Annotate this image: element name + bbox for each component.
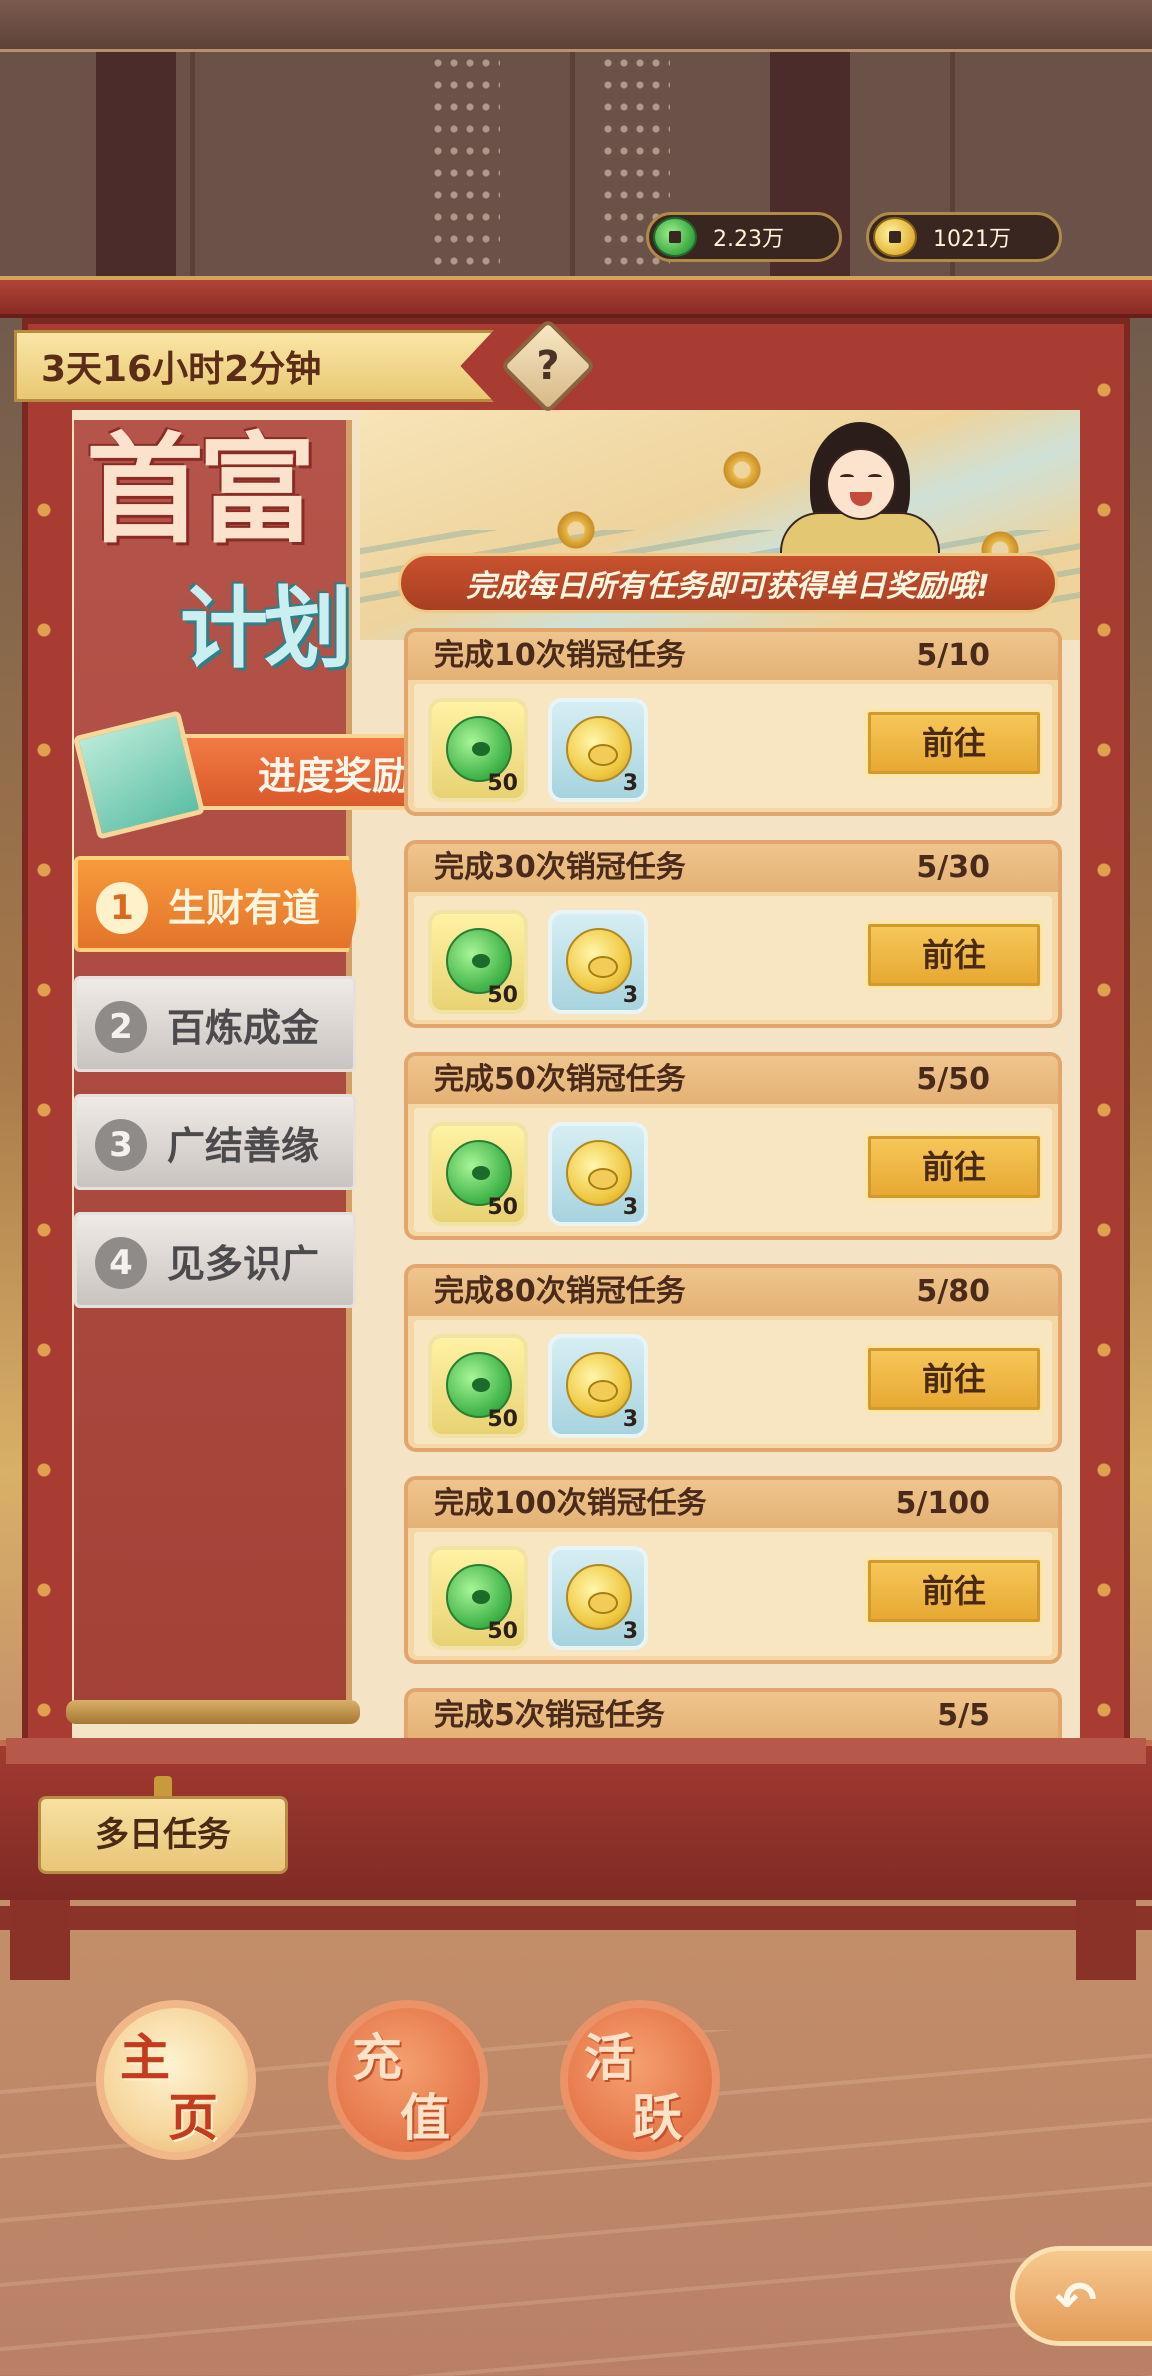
tab-4[interactable]: 4 见多识广 [74, 1212, 360, 1312]
task-title: 完成30次销冠任务 [434, 850, 686, 885]
task-card: 完成50次销冠任务 5/50 50 3 前往 [404, 1052, 1062, 1240]
tab-1[interactable]: 1 生财有道 [74, 856, 360, 956]
task-title: 完成5次销冠任务 [434, 1698, 665, 1733]
nav-recharge-button[interactable]: 充 值 [318, 1990, 498, 2170]
event-countdown: 3天16小时2分钟 [14, 330, 494, 402]
reward-jade[interactable]: 50 [428, 1122, 528, 1226]
question-icon: ? [536, 343, 560, 389]
task-title: 完成80次销冠任务 [434, 1274, 686, 1309]
reward-count: 50 [487, 1619, 518, 1644]
reward-jade[interactable]: 50 [428, 1334, 528, 1438]
stage-lip [6, 1738, 1146, 1764]
bead-curtain [430, 52, 500, 282]
task-card: 完成80次销冠任务 5/80 50 3 前往 [404, 1264, 1062, 1452]
task-title: 完成10次销冠任务 [434, 638, 686, 673]
stage-leg [10, 1900, 70, 1980]
stage-rail [0, 1906, 1152, 1930]
event-subtitle: 计划 [180, 576, 352, 680]
nav-label: 页 [168, 2088, 218, 2147]
go-button[interactable]: 前往 [864, 920, 1044, 990]
tab-label: 见多识广 [167, 1241, 320, 1286]
stage-leg [1076, 1900, 1136, 1980]
nav-label: 值 [400, 2088, 450, 2147]
reward-jade[interactable]: 50 [428, 910, 528, 1014]
task-progress: 5/10 [916, 638, 990, 673]
task-card: 完成100次销冠任务 5/100 50 3 前往 [404, 1476, 1062, 1664]
reward-count: 3 [622, 1619, 638, 1644]
go-button[interactable]: 前往 [864, 708, 1044, 778]
reward-count: 3 [622, 1195, 638, 1220]
reward-gold-pig[interactable]: 3 [548, 698, 648, 802]
nav-label: 充 [352, 2028, 402, 2087]
top-frieze [0, 0, 1152, 52]
event-title: 首富 [86, 420, 316, 559]
reward-count: 50 [487, 1195, 518, 1220]
reward-jade[interactable]: 50 [428, 1546, 528, 1650]
ticket-icon [72, 710, 206, 840]
tab-2[interactable]: 2 百炼成金 [74, 976, 360, 1076]
tab-label: 广结善缘 [167, 1123, 320, 1168]
task-progress: 5/5 [937, 1698, 990, 1733]
floating-coin-icon [556, 510, 596, 550]
frame-roof [0, 276, 1152, 318]
go-button[interactable]: 前往 [864, 1132, 1044, 1202]
jade-currency-display: 2.23万 [646, 212, 842, 262]
task-progress: 5/100 [895, 1486, 990, 1521]
reward-count: 3 [622, 1407, 638, 1432]
task-progress: 5/30 [916, 850, 990, 885]
tab-number: 1 [96, 882, 148, 934]
back-arrow-icon: ↶ [1055, 2271, 1097, 2329]
back-button[interactable]: ↶ [1010, 2246, 1152, 2346]
reward-gold-pig[interactable]: 3 [548, 1122, 648, 1226]
tab-number: 3 [95, 1119, 147, 1171]
nav-activity-button[interactable]: 活 跃 [550, 1990, 730, 2170]
tab-number: 4 [95, 1237, 147, 1289]
multi-day-tasks-button[interactable]: 多日任务 [38, 1796, 288, 1874]
reward-count: 3 [622, 771, 638, 796]
reward-count: 50 [487, 983, 518, 1008]
reward-gold-pig[interactable]: 3 [548, 1334, 648, 1438]
frame-ornament [1086, 330, 1122, 1750]
reward-gold-pig[interactable]: 3 [548, 1546, 648, 1650]
tab-label: 生财有道 [168, 885, 321, 930]
task-title: 完成100次销冠任务 [434, 1486, 707, 1521]
progress-reward-button[interactable]: 进度奖励 [66, 710, 442, 840]
reward-count: 50 [487, 771, 518, 796]
go-button[interactable]: 前往 [864, 1556, 1044, 1626]
tab-label: 百炼成金 [167, 1005, 320, 1050]
frame-ornament [26, 330, 62, 1750]
task-progress: 5/50 [916, 1062, 990, 1097]
reward-jade[interactable]: 50 [428, 698, 528, 802]
task-progress: 5/80 [916, 1274, 990, 1309]
background-pillar [96, 52, 176, 292]
character-illustration [770, 412, 950, 568]
jade-coin-icon [653, 217, 697, 257]
go-button[interactable]: 前往 [864, 1344, 1044, 1414]
task-card: 完成5次销冠任务 5/5 [404, 1688, 1062, 1740]
daily-reward-notice: 完成每日所有任务即可获得单日奖励哦! [398, 553, 1058, 613]
gold-currency-value: 1021万 [933, 227, 1011, 252]
reward-gold-pig[interactable]: 3 [548, 910, 648, 1014]
nav-label: 主 [120, 2028, 170, 2087]
reward-count: 50 [487, 1407, 518, 1432]
scroll-roller [66, 1700, 360, 1724]
tab-number: 2 [95, 1001, 147, 1053]
gold-coin-icon [873, 217, 917, 257]
task-card: 完成30次销冠任务 5/30 50 3 前往 [404, 840, 1062, 1028]
nav-home-button[interactable]: 主 页 [86, 1990, 266, 2170]
nav-label: 跃 [632, 2088, 682, 2147]
task-title: 完成50次销冠任务 [434, 1062, 686, 1097]
tab-3[interactable]: 3 广结善缘 [74, 1094, 360, 1194]
task-card: 完成10次销冠任务 5/10 50 3 前往 [404, 628, 1062, 816]
gold-currency-display: 1021万 [866, 212, 1062, 262]
nav-label: 活 [584, 2028, 634, 2087]
reward-count: 3 [622, 983, 638, 1008]
floating-coin-icon [722, 450, 762, 490]
jade-currency-value: 2.23万 [713, 227, 784, 252]
